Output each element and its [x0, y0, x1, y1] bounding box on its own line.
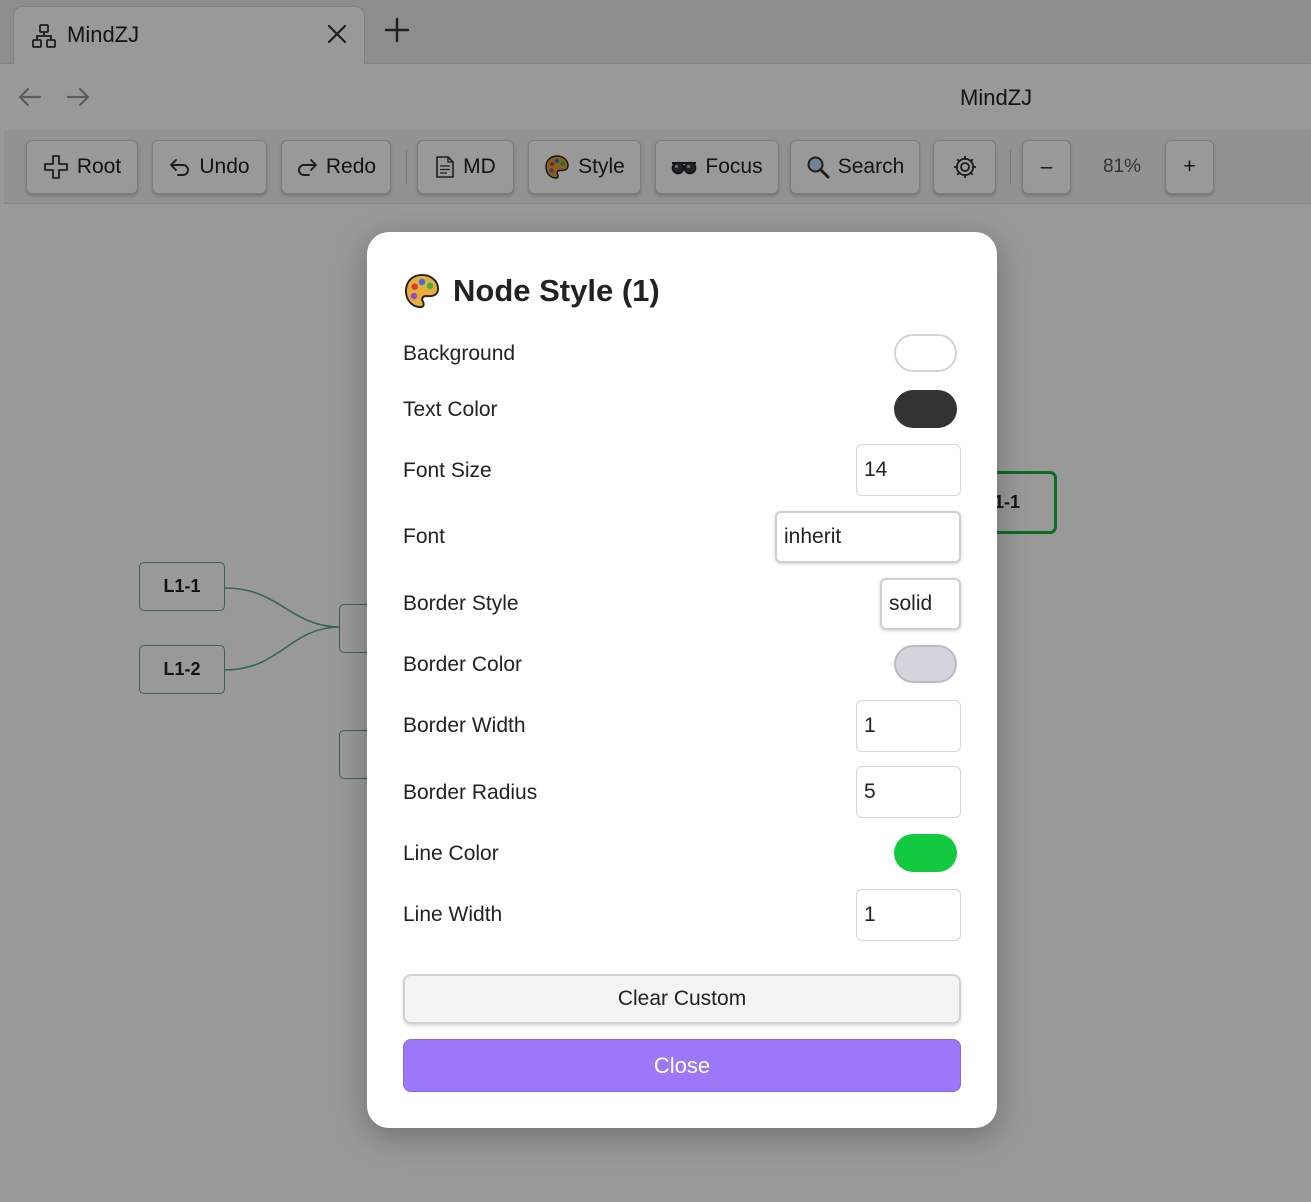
- border-color-swatch[interactable]: [894, 645, 957, 683]
- font-value: inherit: [784, 525, 842, 548]
- line-color-label: Line Color: [403, 842, 499, 865]
- line-width-input[interactable]: 1: [856, 889, 961, 941]
- palette-icon: [404, 273, 440, 309]
- background-color-swatch[interactable]: [894, 334, 957, 372]
- dialog-title: Node Style (1): [453, 273, 660, 308]
- line-width-label: Line Width: [403, 903, 503, 926]
- font-size-label: Font Size: [403, 459, 492, 482]
- close-button[interactable]: Close: [403, 1039, 961, 1092]
- text-color-swatch[interactable]: [894, 390, 957, 428]
- border-radius-input[interactable]: 5: [856, 766, 961, 818]
- border-width-label: Border Width: [403, 714, 526, 737]
- line-width-value: 1: [864, 903, 876, 926]
- close-label: Close: [653, 1052, 711, 1078]
- node-style-dialog: Node Style (1) Background Text Color Fon…: [367, 232, 997, 1128]
- border-width-value: 1: [864, 714, 876, 737]
- clear-custom-label: Clear Custom: [617, 987, 747, 1010]
- line-color-swatch[interactable]: [894, 834, 957, 872]
- background-label: Background: [403, 342, 516, 365]
- border-color-label: Border Color: [403, 653, 523, 676]
- font-size-value: 14: [864, 458, 888, 481]
- text-color-label: Text Color: [403, 398, 498, 421]
- font-input[interactable]: inherit: [775, 511, 961, 563]
- dialog-header: Node Style (1): [403, 272, 660, 310]
- border-style-value: solid: [889, 592, 933, 615]
- font-size-input[interactable]: 14: [856, 444, 961, 496]
- border-style-label: Border Style: [403, 592, 519, 615]
- clear-custom-button[interactable]: Clear Custom: [403, 974, 961, 1024]
- font-label: Font: [403, 525, 446, 548]
- border-width-input[interactable]: 1: [856, 700, 961, 752]
- border-radius-label: Border Radius: [403, 781, 538, 804]
- border-radius-value: 5: [864, 780, 876, 803]
- border-style-select[interactable]: solid: [880, 578, 961, 630]
